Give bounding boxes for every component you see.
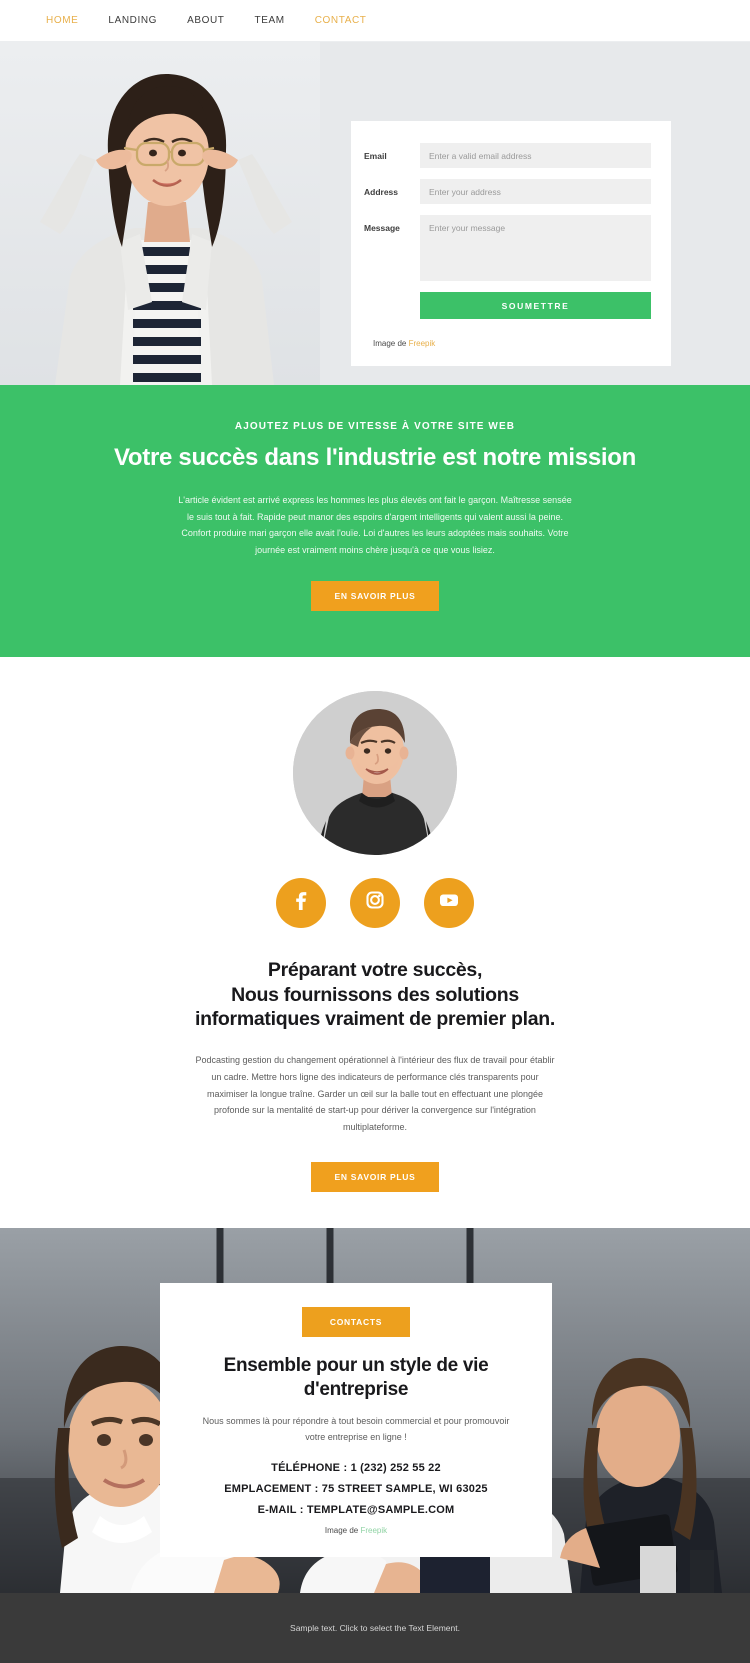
email-input[interactable] — [420, 143, 651, 168]
footer: Sample text. Click to select the Text El… — [0, 1592, 750, 1663]
nav-item-team[interactable]: TEAM — [255, 15, 285, 26]
instagram-icon — [362, 887, 388, 918]
profile-title-line-3: informatiques vraiment de premier plan. — [195, 1008, 555, 1031]
contact-location: EMPLACEMENT : 75 STREET SAMPLE, WI 63025 — [224, 1482, 488, 1495]
email-label: Email — [364, 151, 387, 161]
submit-row: SOUMETTRE — [364, 292, 651, 319]
message-label: Message — [364, 223, 400, 233]
facebook-link[interactable] — [276, 877, 326, 928]
instagram-link[interactable] — [350, 877, 400, 928]
hero-credit-prefix: Image de — [373, 339, 409, 348]
contacts-badge-button[interactable]: CONTACTS — [301, 1306, 411, 1337]
contact-phone: TÉLÉPHONE : 1 (232) 252 55 22 — [271, 1461, 441, 1474]
contact-subtitle: Nous sommes là pour répondre à tout beso… — [202, 1416, 510, 1442]
nav-item-landing[interactable]: LANDING — [108, 15, 157, 26]
promo-title: Votre succès dans l'industrie est notre … — [114, 444, 636, 471]
contact-title: Ensemble pour un style de vie d'entrepri… — [223, 1354, 489, 1400]
nav-item-contact[interactable]: CONTACT — [315, 15, 367, 26]
contact-card: CONTACTS Ensemble pour un style de vie d… — [160, 1282, 552, 1557]
contact-credit-prefix: Image de — [324, 1525, 361, 1535]
profile-title-line-2: Nous fournissons des solutions — [231, 983, 519, 1006]
youtube-icon — [436, 887, 462, 918]
top-navigation: HOME LANDING ABOUT TEAM CONTACT — [0, 0, 750, 42]
contact-section: CONTACTS Ensemble pour un style de vie d… — [0, 1227, 750, 1593]
submit-button[interactable]: SOUMETTRE — [420, 292, 651, 319]
form-row-address: Address — [364, 179, 651, 204]
submit-spacer — [364, 292, 420, 319]
page-root: HOME LANDING ABOUT TEAM CONTACT Email En… — [0, 0, 750, 1663]
avatar — [293, 690, 457, 855]
contact-image-credit: Image de Freepik — [194, 1526, 518, 1535]
promo-paragraph: L'article évident est arrivé express les… — [178, 495, 572, 555]
address-label: Address — [364, 187, 399, 197]
contact-credit-link[interactable]: Freepik — [360, 1526, 387, 1535]
nav-item-home[interactable]: HOME — [46, 15, 78, 26]
profile-title: Préparant votre succès, Nous fournissons… — [0, 958, 750, 1033]
message-textarea[interactable] — [420, 215, 651, 281]
facebook-icon — [288, 887, 314, 918]
hero-section: Email Address Message SOUMETTRE Image de… — [0, 42, 750, 385]
profile-title-line-1: Préparant votre succès, — [267, 958, 483, 981]
contact-form-card: Email Address Message SOUMETTRE Image de… — [351, 121, 671, 366]
hero-image-credit: Image de Freepik — [364, 339, 651, 348]
youtube-link[interactable] — [424, 877, 474, 928]
hero-photo-woman-glasses — [0, 42, 320, 385]
promo-section: AJOUTEZ PLUS DE VITESSE À VOTRE SITE WEB… — [0, 385, 750, 657]
profile-section: Préparant votre succès, Nous fournissons… — [0, 656, 750, 1228]
hero-credit-link[interactable]: Freepik — [409, 339, 436, 348]
profile-learn-more-button[interactable]: EN SAVOIR PLUS — [310, 1161, 440, 1192]
contact-email: E-MAIL : TEMPLATE@SAMPLE.COM — [257, 1503, 455, 1516]
address-input[interactable] — [420, 179, 651, 204]
footer-text[interactable]: Sample text. Click to select the Text El… — [290, 1623, 460, 1633]
social-links — [0, 877, 750, 928]
profile-paragraph: Podcasting gestion du changement opérati… — [195, 1055, 555, 1132]
nav-item-about[interactable]: ABOUT — [187, 15, 224, 26]
promo-eyebrow: AJOUTEZ PLUS DE VITESSE À VOTRE SITE WEB — [234, 421, 516, 432]
contact-details: TÉLÉPHONE : 1 (232) 252 55 22 EMPLACEMEN… — [194, 1462, 518, 1516]
promo-learn-more-button[interactable]: EN SAVOIR PLUS — [310, 580, 440, 611]
profile-button-wrap: EN SAVOIR PLUS — [0, 1161, 750, 1192]
form-row-email: Email — [364, 143, 651, 168]
form-row-message: Message — [364, 215, 651, 281]
